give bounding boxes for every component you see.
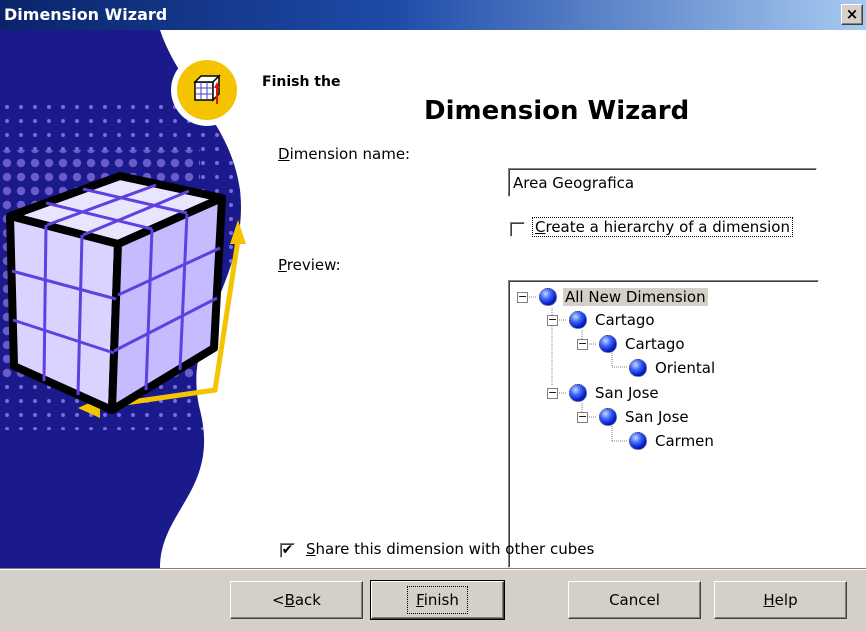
tree-node-label: Oriental	[655, 359, 716, 377]
tree-node-san-jose-child[interactable]: San Jose	[599, 406, 691, 428]
help-button[interactable]: Help	[714, 581, 847, 619]
heading-small: Finish the	[262, 74, 341, 90]
member-ball-icon	[629, 432, 647, 450]
wizard-button-bar: < Back Finish Cancel Help	[0, 568, 866, 631]
tree-expander-cartago[interactable]: −	[547, 314, 558, 326]
close-icon: ×	[845, 5, 859, 23]
cancel-button[interactable]: Cancel	[568, 581, 701, 619]
tree-node-label: Cartago	[625, 335, 685, 353]
back-button[interactable]: < Back	[230, 581, 363, 619]
member-ball-icon	[629, 359, 647, 377]
close-button[interactable]: ×	[841, 4, 863, 25]
tree-node-label: Carmen	[655, 432, 714, 450]
window-title: Dimension Wizard	[4, 5, 168, 24]
dimension-name-input[interactable]: Area Geografica	[508, 168, 817, 197]
share-checkbox-label[interactable]: Share this dimension with other cubes	[306, 540, 594, 558]
member-ball-icon	[599, 408, 617, 426]
tree-node-label: San Jose	[625, 408, 689, 426]
member-ball-icon	[569, 311, 587, 329]
finish-button[interactable]: Finish	[370, 580, 505, 620]
hierarchy-checkbox-label[interactable]: Create a hierarchy of a dimension	[532, 217, 793, 237]
page-title: Dimension Wizard	[424, 96, 690, 126]
wizard-client-area: Finish the Dimension Wizard Dimension na…	[0, 30, 866, 568]
finish-button-label: Finish	[407, 586, 468, 614]
tree-expander-cartago-child[interactable]: −	[577, 338, 588, 350]
tree-node-oriental[interactable]: Oriental	[629, 357, 717, 379]
preview-label: Preview:	[278, 256, 341, 274]
wizard-graphic	[0, 30, 270, 568]
share-checkbox[interactable]: ✔	[280, 543, 295, 558]
tree-node-label: San Jose	[595, 384, 659, 402]
tree-node-label: All New Dimension	[563, 288, 708, 306]
title-bar: Dimension Wizard ×	[0, 0, 866, 30]
tree-node-cartago-child[interactable]: Cartago	[599, 333, 687, 355]
member-ball-icon	[539, 288, 557, 306]
tree-node-label: Cartago	[595, 311, 655, 329]
tree-node-san-jose[interactable]: San Jose	[569, 382, 661, 404]
tree-node-carmen[interactable]: Carmen	[629, 430, 716, 452]
tree-expander-root[interactable]: −	[517, 291, 528, 303]
member-ball-icon	[599, 335, 617, 353]
cube-icon	[193, 74, 221, 104]
tree-node-cartago[interactable]: Cartago	[569, 309, 657, 331]
tree-expander-san-jose[interactable]: −	[547, 387, 558, 399]
tree-node-root[interactable]: All New Dimension	[539, 286, 708, 308]
preview-tree[interactable]: − All New Dimension − Cartago − Cartago …	[508, 280, 819, 568]
tree-expander-san-jose-child[interactable]: −	[577, 411, 588, 423]
hierarchy-checkbox[interactable]	[510, 222, 525, 237]
member-ball-icon	[569, 384, 587, 402]
dimension-name-label: Dimension name:	[278, 145, 411, 163]
